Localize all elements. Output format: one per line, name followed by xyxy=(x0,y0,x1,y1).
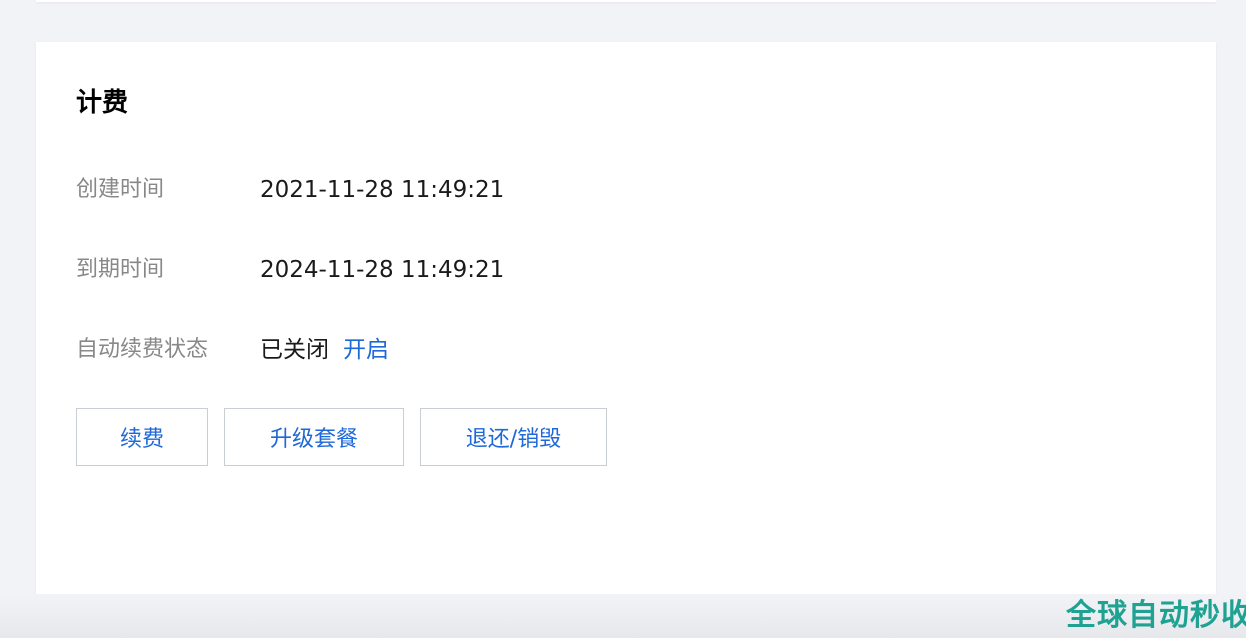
previous-card xyxy=(36,0,1216,2)
upgrade-plan-button[interactable]: 升级套餐 xyxy=(224,408,404,466)
auto-renew-label: 自动续费状态 xyxy=(76,337,209,362)
created-time-label: 创建时间 xyxy=(76,177,165,202)
auto-renew-row: 已关闭 开启 xyxy=(260,335,389,365)
auto-renew-status: 已关闭 xyxy=(260,337,329,363)
renew-button[interactable]: 续费 xyxy=(76,408,208,466)
enable-auto-renew-link[interactable]: 开启 xyxy=(343,337,389,363)
billing-card: 计费 创建时间 2021-11-28 11:49:21 到期时间 2024-11… xyxy=(36,42,1216,594)
billing-title: 计费 xyxy=(76,88,129,118)
created-time-value: 2021-11-28 11:49:21 xyxy=(260,177,505,203)
watermark-logo: 全球自动秒收 xyxy=(1066,598,1246,633)
expiry-time-value: 2024-11-28 11:49:21 xyxy=(260,257,505,283)
refund-destroy-button[interactable]: 退还/销毁 xyxy=(420,408,607,466)
expiry-time-label: 到期时间 xyxy=(76,257,165,282)
page-bottom-area xyxy=(0,594,1246,638)
